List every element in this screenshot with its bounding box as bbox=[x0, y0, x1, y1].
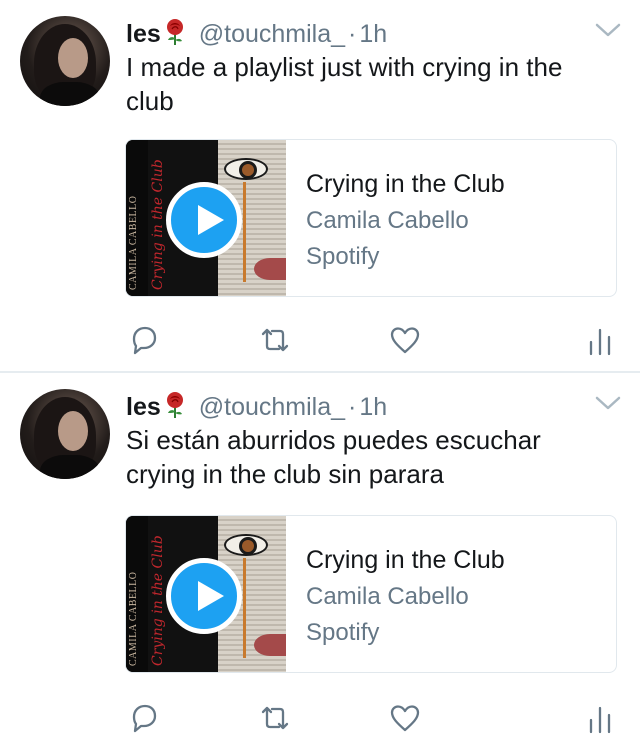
reply-icon bbox=[132, 326, 157, 355]
card-title: Crying in the Club bbox=[306, 170, 505, 198]
retweet-icon bbox=[261, 706, 289, 730]
tweet-header: les @touchmila_ · 1h bbox=[126, 387, 387, 421]
rose-emoji-icon bbox=[166, 19, 183, 45]
user-handle[interactable]: @touchmila_ bbox=[199, 20, 345, 49]
retweet-button[interactable] bbox=[255, 320, 295, 360]
chevron-down-icon[interactable] bbox=[594, 393, 622, 413]
media-card[interactable]: CAMILA CABELLO Crying in the Club Crying… bbox=[125, 515, 617, 673]
album-art-artist-text: CAMILA CABELLO bbox=[128, 195, 139, 291]
chevron-down-icon[interactable] bbox=[594, 20, 622, 40]
card-source: Spotify bbox=[306, 243, 380, 270]
album-art: CAMILA CABELLO Crying in the Club bbox=[126, 516, 286, 672]
reply-button[interactable] bbox=[124, 698, 164, 738]
timestamp[interactable]: 1h bbox=[359, 20, 387, 49]
user-handle[interactable]: @touchmila_ bbox=[199, 393, 345, 422]
tweet-actions bbox=[0, 320, 640, 360]
media-card[interactable]: CAMILA CABELLO Crying in the Club Crying… bbox=[125, 139, 617, 297]
album-art-artist-text: CAMILA CABELLO bbox=[128, 571, 139, 667]
tweet-text: Si están aburridos puedes escuchar cryin… bbox=[126, 425, 541, 489]
avatar[interactable] bbox=[20, 16, 110, 106]
reply-icon bbox=[132, 704, 157, 733]
tweet-text: I made a playlist just with crying in th… bbox=[126, 52, 563, 116]
separator-dot: · bbox=[348, 20, 357, 48]
display-name[interactable]: les bbox=[126, 20, 161, 49]
play-icon[interactable] bbox=[166, 182, 242, 258]
heart-icon bbox=[390, 705, 420, 732]
tweet[interactable]: les @touchmila_ · 1h I made a playlist j… bbox=[0, 0, 640, 372]
analytics-icon bbox=[589, 328, 611, 356]
card-source: Spotify bbox=[306, 619, 380, 646]
analytics-button[interactable] bbox=[580, 320, 620, 360]
retweet-icon bbox=[261, 328, 289, 352]
like-button[interactable] bbox=[385, 698, 425, 738]
tweet-actions bbox=[0, 698, 640, 738]
reply-button[interactable] bbox=[124, 320, 164, 360]
album-art-title-text: Crying in the Club bbox=[150, 535, 166, 666]
timestamp[interactable]: 1h bbox=[359, 393, 387, 422]
separator-dot: · bbox=[348, 393, 357, 421]
play-icon[interactable] bbox=[166, 558, 242, 634]
rose-emoji-icon bbox=[166, 392, 183, 418]
avatar[interactable] bbox=[20, 389, 110, 479]
card-title: Crying in the Club bbox=[306, 546, 505, 574]
analytics-button[interactable] bbox=[580, 698, 620, 738]
heart-icon bbox=[390, 327, 420, 354]
display-name[interactable]: les bbox=[126, 393, 161, 422]
card-artist: Camila Cabello bbox=[306, 583, 469, 610]
tweet[interactable]: les @touchmila_ · 1h Si están aburridos … bbox=[0, 373, 640, 748]
retweet-button[interactable] bbox=[255, 698, 295, 738]
tweet-header: les @touchmila_ · 1h bbox=[126, 14, 387, 48]
album-art: CAMILA CABELLO Crying in the Club bbox=[126, 140, 286, 296]
card-artist: Camila Cabello bbox=[306, 207, 469, 234]
analytics-icon bbox=[589, 706, 611, 734]
like-button[interactable] bbox=[385, 320, 425, 360]
album-art-title-text: Crying in the Club bbox=[150, 159, 166, 290]
